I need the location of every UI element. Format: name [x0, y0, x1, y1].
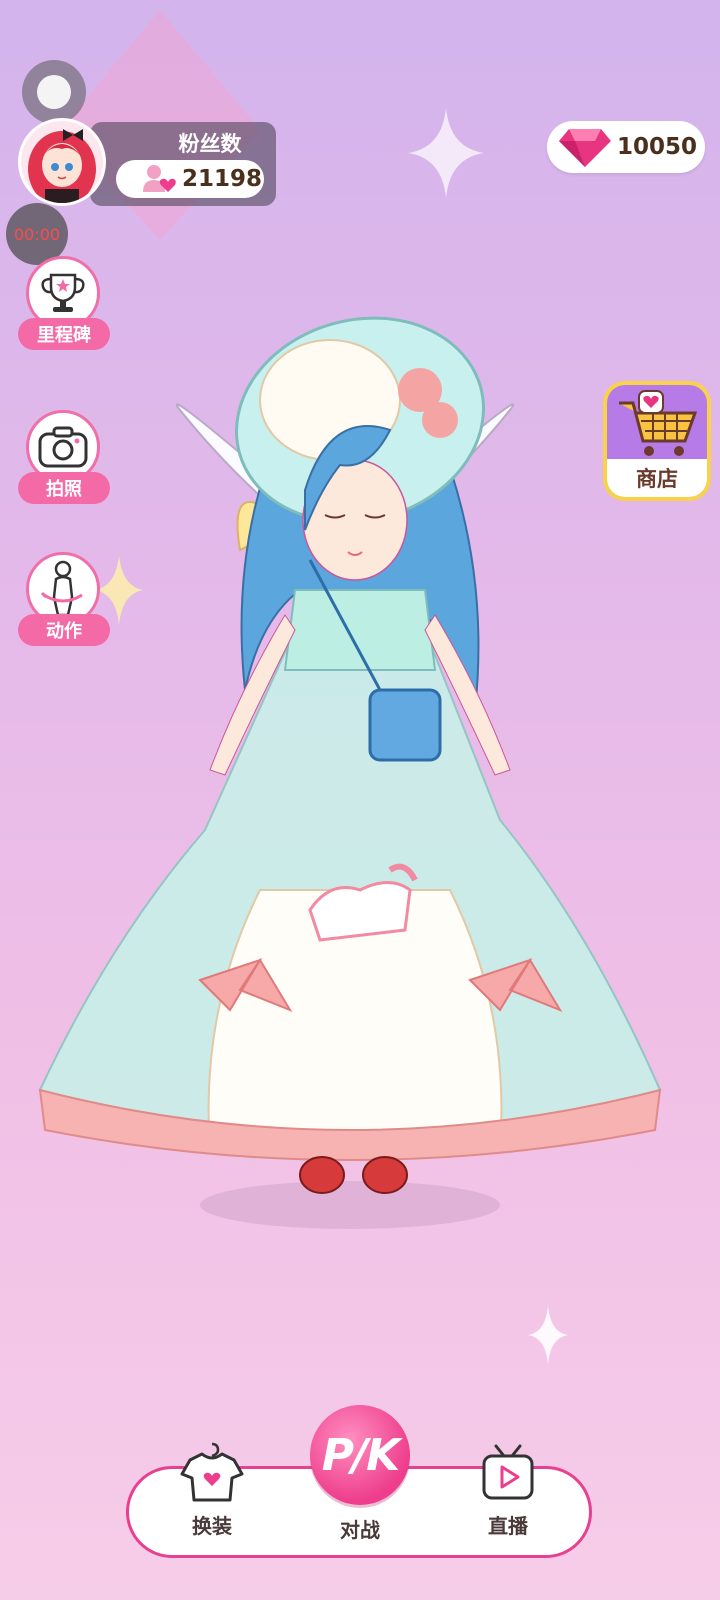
outfit-tab-label: 换装	[192, 1514, 232, 1538]
pk-battle-label: 对战	[340, 1518, 380, 1542]
sparkle-icon	[408, 108, 484, 198]
live-tab[interactable]: 直播	[458, 1442, 558, 1539]
fans-count-pill: 21198	[116, 160, 264, 198]
pk-badge-text: P/K	[321, 1429, 400, 1481]
outfit-tab[interactable]: 换装	[162, 1442, 262, 1539]
fans-heart-user-icon	[142, 165, 176, 192]
sparkle-icon	[528, 1305, 568, 1365]
gem-count: 10050	[617, 134, 698, 160]
dress-up-character[interactable]	[30, 290, 690, 1250]
live-tab-label: 直播	[488, 1514, 528, 1538]
floating-record-button[interactable]	[22, 60, 86, 124]
pk-battle-button[interactable]: P/K	[310, 1405, 410, 1505]
tv-play-icon	[482, 1444, 534, 1500]
gem-icon	[559, 129, 611, 167]
avatar-portrait-icon	[21, 121, 103, 203]
player-avatar[interactable]	[18, 118, 106, 206]
fans-label: 粉丝数	[178, 132, 242, 156]
record-dot-icon	[37, 75, 71, 109]
gem-counter[interactable]: 10050	[547, 121, 705, 173]
fans-count: 21198	[181, 166, 263, 192]
tshirt-hanger-icon	[180, 1442, 244, 1502]
